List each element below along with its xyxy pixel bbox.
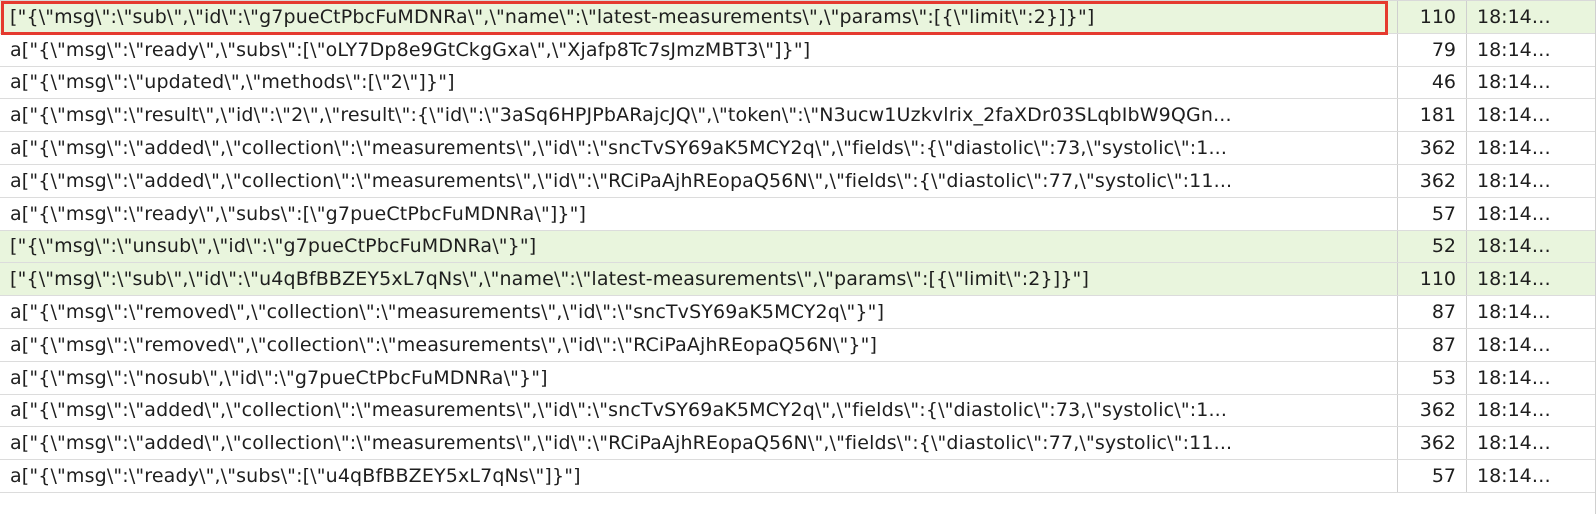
frame-time: 18:14:...: [1477, 104, 1553, 127]
frame-length-cell: 46: [1398, 66, 1467, 99]
frame-data-cell: a["{\"msg\":\"updated\",\"methods\":[\"2…: [0, 66, 1398, 99]
frame-row[interactable]: a["{\"msg\":\"added\",\"collection\":\"m…: [0, 132, 1596, 165]
frame-time: 18:14:...: [1477, 38, 1553, 61]
frame-length-cell: 57: [1398, 197, 1467, 230]
websocket-frames-table: ["{\"msg\":\"sub\",\"id\":\"g7pueCtPbcFu…: [0, 0, 1596, 514]
frame-time-cell: 18:14:...: [1467, 296, 1596, 328]
frame-row[interactable]: ["{\"msg\":\"sub\",\"id\":\"g7pueCtPbcFu…: [0, 1, 1596, 34]
frame-time-cell: 18:14:...: [1467, 460, 1596, 492]
frame-data-cell: a["{\"msg\":\"removed\",\"collection\":\…: [0, 296, 1398, 328]
frame-data: ["{\"msg\":\"sub\",\"id\":\"u4qBfBBZEY5x…: [10, 268, 1090, 291]
frame-data: a["{\"msg\":\"result\",\"id\":\"2\",\"re…: [10, 104, 1232, 127]
frame-time-cell: 18:14:...: [1467, 329, 1596, 361]
frame-time: 18:14:...: [1477, 366, 1553, 389]
frame-data-cell: ["{\"msg\":\"sub\",\"id\":\"g7pueCtPbcFu…: [0, 1, 1398, 33]
frame-row[interactable]: ["{\"msg\":\"sub\",\"id\":\"u4qBfBBZEY5x…: [0, 263, 1596, 297]
frame-data: ["{\"msg\":\"unsub\",\"id\":\"g7pueCtPbc…: [10, 235, 537, 258]
frame-data-cell: a["{\"msg\":\"added\",\"collection\":\"m…: [0, 164, 1398, 197]
frame-time: 18:14:...: [1477, 235, 1553, 258]
frame-data: a["{\"msg\":\"added\",\"collection\":\"m…: [10, 137, 1228, 160]
frame-data-cell: ["{\"msg\":\"unsub\",\"id\":\"g7pueCtPbc…: [0, 230, 1398, 263]
frame-time-cell: 18:14:...: [1467, 1, 1596, 33]
frame-data: ["{\"msg\":\"sub\",\"id\":\"g7pueCtPbcFu…: [10, 5, 1095, 28]
frame-length-cell: 362: [1398, 427, 1467, 460]
frame-length-cell: 52: [1398, 230, 1467, 263]
frame-data-cell: a["{\"msg\":\"result\",\"id\":\"2\",\"re…: [0, 99, 1398, 132]
frame-time: 18:14:...: [1477, 399, 1553, 422]
frame-data: a["{\"msg\":\"ready\",\"subs\":[\"g7pueC…: [10, 202, 587, 225]
frame-data-cell: a["{\"msg\":\"added\",\"collection\":\"m…: [0, 394, 1398, 427]
frame-length-cell: 362: [1398, 394, 1467, 427]
frame-row[interactable]: a["{\"msg\":\"nosub\",\"id\":\"g7pueCtPb…: [0, 361, 1596, 395]
frame-row[interactable]: a["{\"msg\":\"result\",\"id\":\"2\",\"re…: [0, 99, 1596, 133]
frame-time: 18:14:...: [1477, 137, 1553, 160]
frame-data-cell: a["{\"msg\":\"added\",\"collection\":\"m…: [0, 427, 1398, 460]
frame-time: 18:14:...: [1477, 301, 1553, 324]
frame-time-cell: 18:14:...: [1467, 231, 1596, 263]
frame-time: 18:14:...: [1477, 71, 1553, 94]
frame-data-cell: a["{\"msg\":\"ready\",\"subs\":[\"g7pueC…: [0, 197, 1398, 230]
frame-length-cell: 79: [1398, 33, 1467, 66]
frame-row[interactable]: a["{\"msg\":\"ready\",\"subs\":[\"oLY7Dp…: [0, 33, 1596, 67]
frame-time-cell: 18:14:...: [1467, 362, 1596, 394]
frame-row[interactable]: a["{\"msg\":\"updated\",\"methods\":[\"2…: [0, 66, 1596, 100]
frame-data: a["{\"msg\":\"ready\",\"subs\":[\"oLY7Dp…: [10, 38, 811, 61]
frame-time-cell: 18:14:...: [1467, 132, 1596, 164]
frame-length-cell: 57: [1398, 460, 1467, 492]
frame-data-cell: a["{\"msg\":\"ready\",\"subs\":[\"u4qBfB…: [0, 460, 1398, 492]
frame-row[interactable]: a["{\"msg\":\"added\",\"collection\":\"m…: [0, 427, 1596, 461]
frame-data-cell: a["{\"msg\":\"added\",\"collection\":\"m…: [0, 132, 1398, 164]
frame-length-cell: 110: [1398, 1, 1467, 33]
frame-row[interactable]: a["{\"msg\":\"ready\",\"subs\":[\"g7pueC…: [0, 197, 1596, 231]
frame-data: a["{\"msg\":\"updated\",\"methods\":[\"2…: [10, 71, 455, 94]
frame-time-cell: 18:14:...: [1467, 99, 1596, 131]
frame-time: 18:14:...: [1477, 169, 1553, 192]
frame-length-cell: 87: [1398, 328, 1467, 361]
frame-row[interactable]: a["{\"msg\":\"removed\",\"collection\":\…: [0, 328, 1596, 362]
frame-data-cell: a["{\"msg\":\"removed\",\"collection\":\…: [0, 328, 1398, 361]
frame-data: a["{\"msg\":\"removed\",\"collection\":\…: [10, 333, 878, 356]
frame-time-cell: 18:14:...: [1467, 165, 1596, 197]
frame-data: a["{\"msg\":\"nosub\",\"id\":\"g7pueCtPb…: [10, 366, 548, 389]
frame-length-cell: 87: [1398, 296, 1467, 328]
frame-time: 18:14:...: [1477, 268, 1553, 291]
frame-time: 18:14:...: [1477, 202, 1553, 225]
frame-time: 18:14:...: [1477, 465, 1553, 488]
frame-time-cell: 18:14:...: [1467, 263, 1596, 295]
frame-time-cell: 18:14:...: [1467, 395, 1596, 427]
frame-data: a["{\"msg\":\"added\",\"collection\":\"m…: [10, 432, 1233, 455]
frame-length-cell: 53: [1398, 361, 1467, 394]
frame-row[interactable]: a["{\"msg\":\"removed\",\"collection\":\…: [0, 296, 1596, 329]
frame-time: 18:14:...: [1477, 432, 1553, 455]
frame-data: a["{\"msg\":\"added\",\"collection\":\"m…: [10, 169, 1233, 192]
frame-data: a["{\"msg\":\"ready\",\"subs\":[\"u4qBfB…: [10, 465, 581, 488]
frame-data-cell: a["{\"msg\":\"ready\",\"subs\":[\"oLY7Dp…: [0, 33, 1398, 66]
frame-length-cell: 362: [1398, 132, 1467, 164]
frame-length-cell: 110: [1398, 263, 1467, 296]
frame-length-cell: 362: [1398, 164, 1467, 197]
frame-data-cell: ["{\"msg\":\"sub\",\"id\":\"u4qBfBBZEY5x…: [0, 263, 1398, 296]
frame-data: a["{\"msg\":\"removed\",\"collection\":\…: [10, 301, 885, 324]
frame-row[interactable]: ["{\"msg\":\"unsub\",\"id\":\"g7pueCtPbc…: [0, 230, 1596, 264]
frame-time-cell: 18:14:...: [1467, 34, 1596, 66]
frame-row[interactable]: a["{\"msg\":\"ready\",\"subs\":[\"u4qBfB…: [0, 460, 1596, 493]
frame-row[interactable]: a["{\"msg\":\"added\",\"collection\":\"m…: [0, 394, 1596, 428]
frame-time-cell: 18:14:...: [1467, 427, 1596, 459]
frame-time: 18:14:...: [1477, 333, 1553, 356]
frame-data: a["{\"msg\":\"added\",\"collection\":\"m…: [10, 399, 1228, 422]
frame-data-cell: a["{\"msg\":\"nosub\",\"id\":\"g7pueCtPb…: [0, 361, 1398, 394]
frame-length-cell: 181: [1398, 99, 1467, 132]
frame-time: 18:14:...: [1477, 5, 1553, 28]
frame-row[interactable]: a["{\"msg\":\"added\",\"collection\":\"m…: [0, 164, 1596, 198]
frame-time-cell: 18:14:...: [1467, 198, 1596, 230]
frame-time-cell: 18:14:...: [1467, 67, 1596, 99]
